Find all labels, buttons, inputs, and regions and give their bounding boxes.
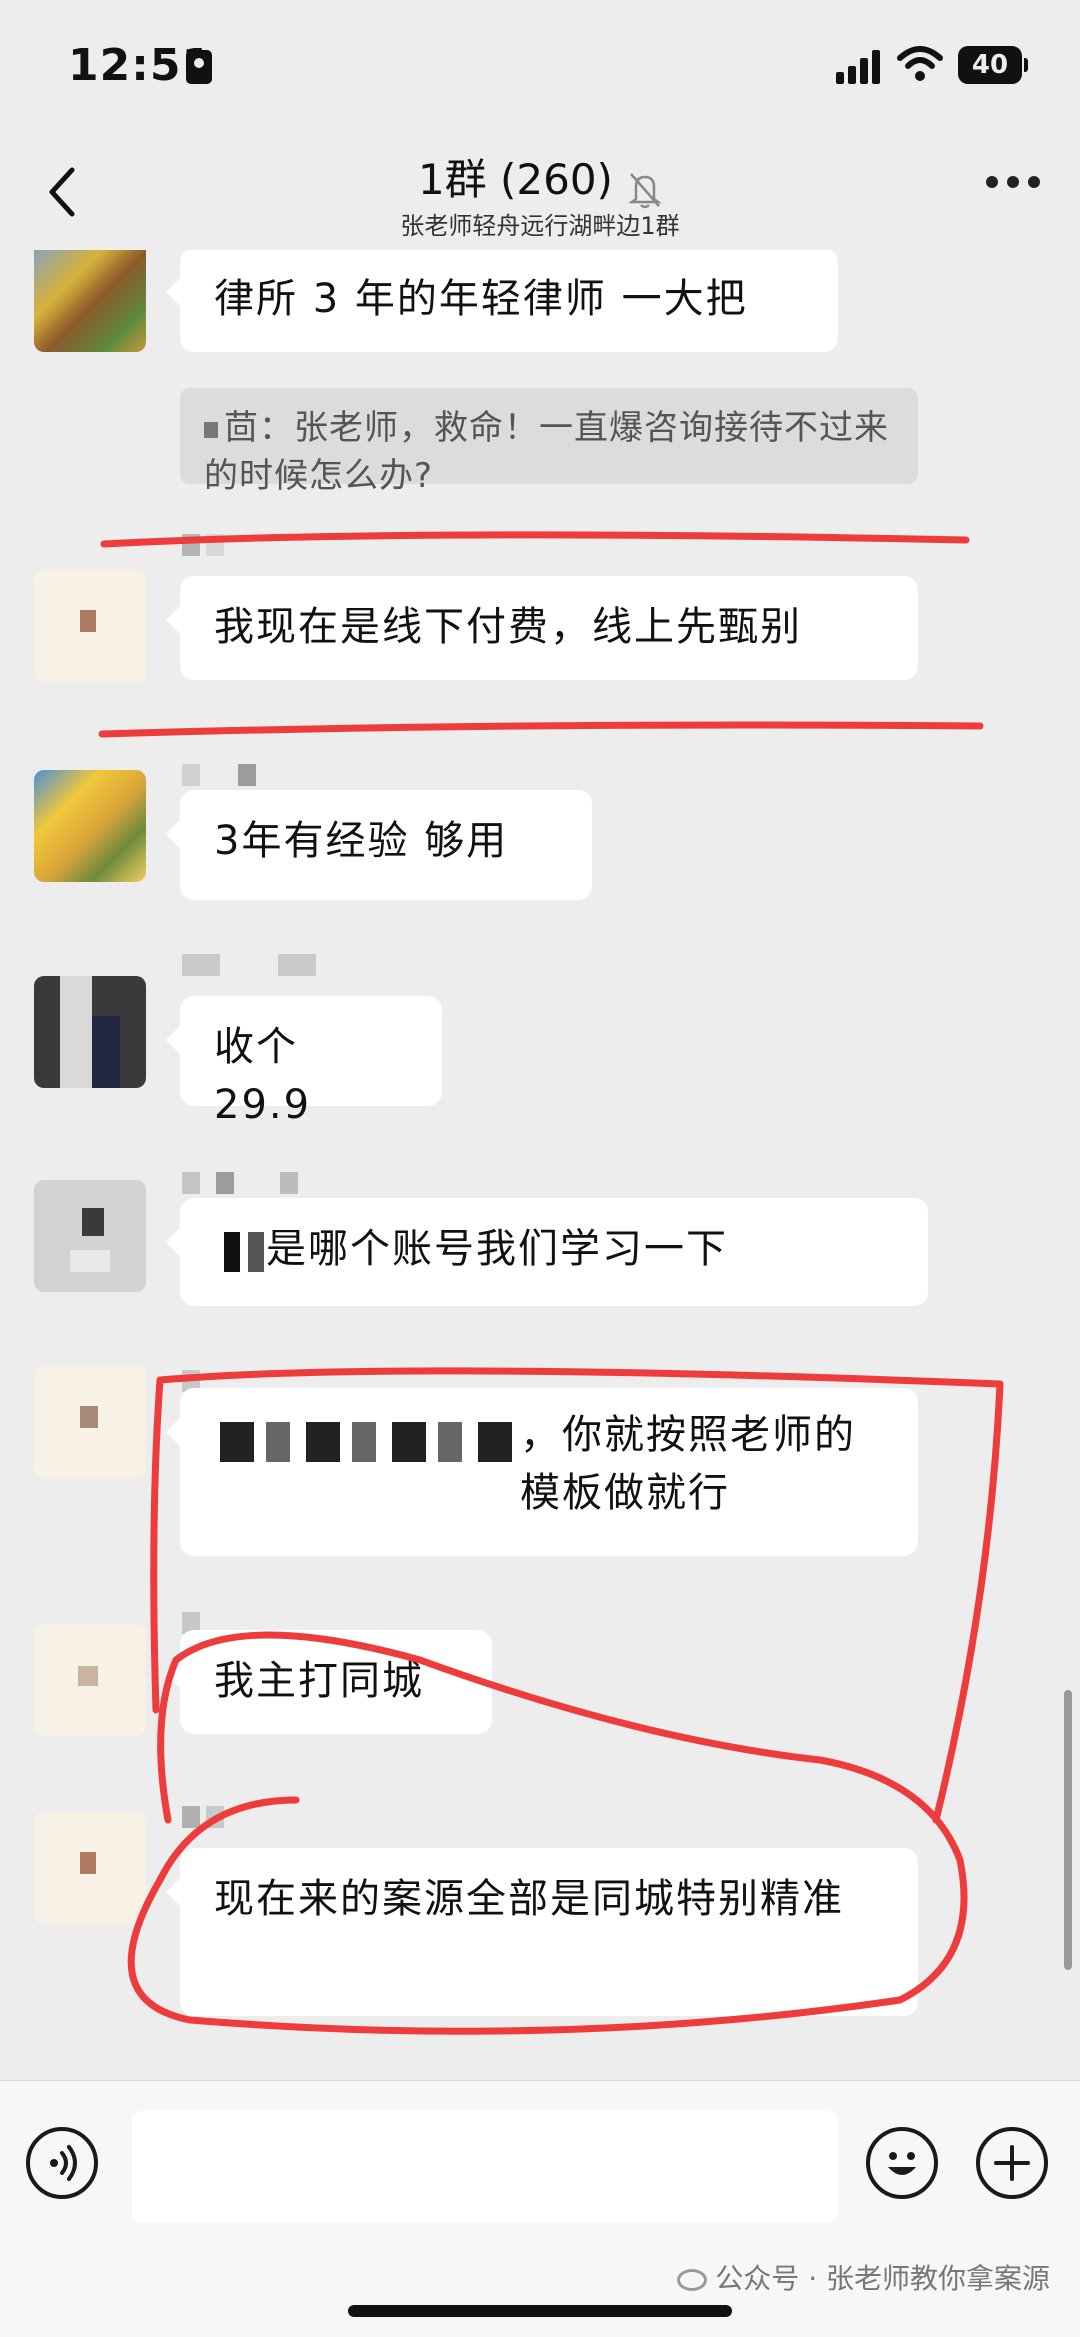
- quoted-message[interactable]: 茴：张老师，救命！一直爆咨询接待不过来的时候怎么办?: [180, 388, 918, 496]
- message-bubble[interactable]: 现在来的案源全部是同城特别精准: [166, 1848, 918, 2016]
- battery-icon: 40: [958, 46, 1028, 84]
- emoji-icon: [888, 2152, 916, 2175]
- message-bubble[interactable]: 是哪个账号我们学习一下: [166, 1198, 928, 1306]
- message-input[interactable]: [132, 2111, 838, 2223]
- chat-message-list[interactable]: 律所 3 年的年轻律师 一大把 茴：张老师，救命！一直爆咨询接待不过来的时候怎么…: [0, 250, 1080, 2080]
- chat-title: 1群 (260): [417, 155, 613, 204]
- message-bubble[interactable]: ，你就按照老师的模板做就行: [166, 1388, 918, 1556]
- status-bar: 12:51 40: [0, 0, 1080, 140]
- plus-icon: [994, 2145, 1030, 2181]
- watermark-text: 公众号 · 张老师教你拿案源: [715, 2262, 1050, 2295]
- wechat-account-icon: [677, 2269, 708, 2291]
- message-bubble[interactable]: 我主打同城: [166, 1630, 492, 1734]
- message-bubble[interactable]: 收个 29.9: [166, 996, 442, 1128]
- message-bubble[interactable]: 律所 3 年的年轻律师 一大把: [166, 250, 838, 352]
- more-options-icon[interactable]: [986, 176, 1040, 190]
- redacted-text: [224, 1232, 264, 1272]
- chat-subtitle: 张老师轻舟远行湖畔边1群: [400, 212, 680, 240]
- input-bar: 公众号 · 张老师教你拿案源: [0, 2080, 1080, 2337]
- avatar[interactable]: [34, 1624, 146, 1736]
- avatar[interactable]: [34, 250, 146, 352]
- message-bubble[interactable]: 我现在是线下付费，线上先甄别: [166, 576, 918, 680]
- redacted-text: [220, 1422, 512, 1462]
- message-text: ，你就按照老师的模板做就行: [520, 1412, 856, 1516]
- voice-icon: [50, 2145, 77, 2181]
- avatar[interactable]: [34, 1366, 146, 1478]
- emoji-button[interactable]: [866, 2127, 938, 2199]
- wifi-icon: [897, 46, 943, 81]
- avatar[interactable]: [34, 770, 146, 882]
- home-indicator[interactable]: [348, 2305, 732, 2317]
- message-text: 是哪个账号我们学习一下: [266, 1226, 728, 1272]
- focus-id-icon: [186, 50, 212, 84]
- avatar[interactable]: [34, 1812, 146, 1924]
- more-functions-button[interactable]: [976, 2127, 1048, 2199]
- cellular-signal-icon: [836, 50, 882, 84]
- avatar[interactable]: [34, 976, 146, 1088]
- avatar[interactable]: [34, 570, 146, 682]
- watermark: 公众号 · 张老师教你拿案源: [677, 2257, 1050, 2297]
- avatar[interactable]: [34, 1180, 146, 1292]
- scrollbar-thumb[interactable]: [1064, 1690, 1072, 1970]
- mute-bell-icon: [628, 172, 662, 208]
- voice-input-button[interactable]: [26, 2127, 98, 2199]
- message-bubble[interactable]: 3年有经验 够用: [166, 790, 592, 900]
- quoted-text: 茴：张老师，救命！一直爆咨询接待不过来的时候怎么办?: [204, 408, 889, 496]
- chat-header: 1群 (260) 张老师轻舟远行湖畔边1群: [0, 140, 1080, 250]
